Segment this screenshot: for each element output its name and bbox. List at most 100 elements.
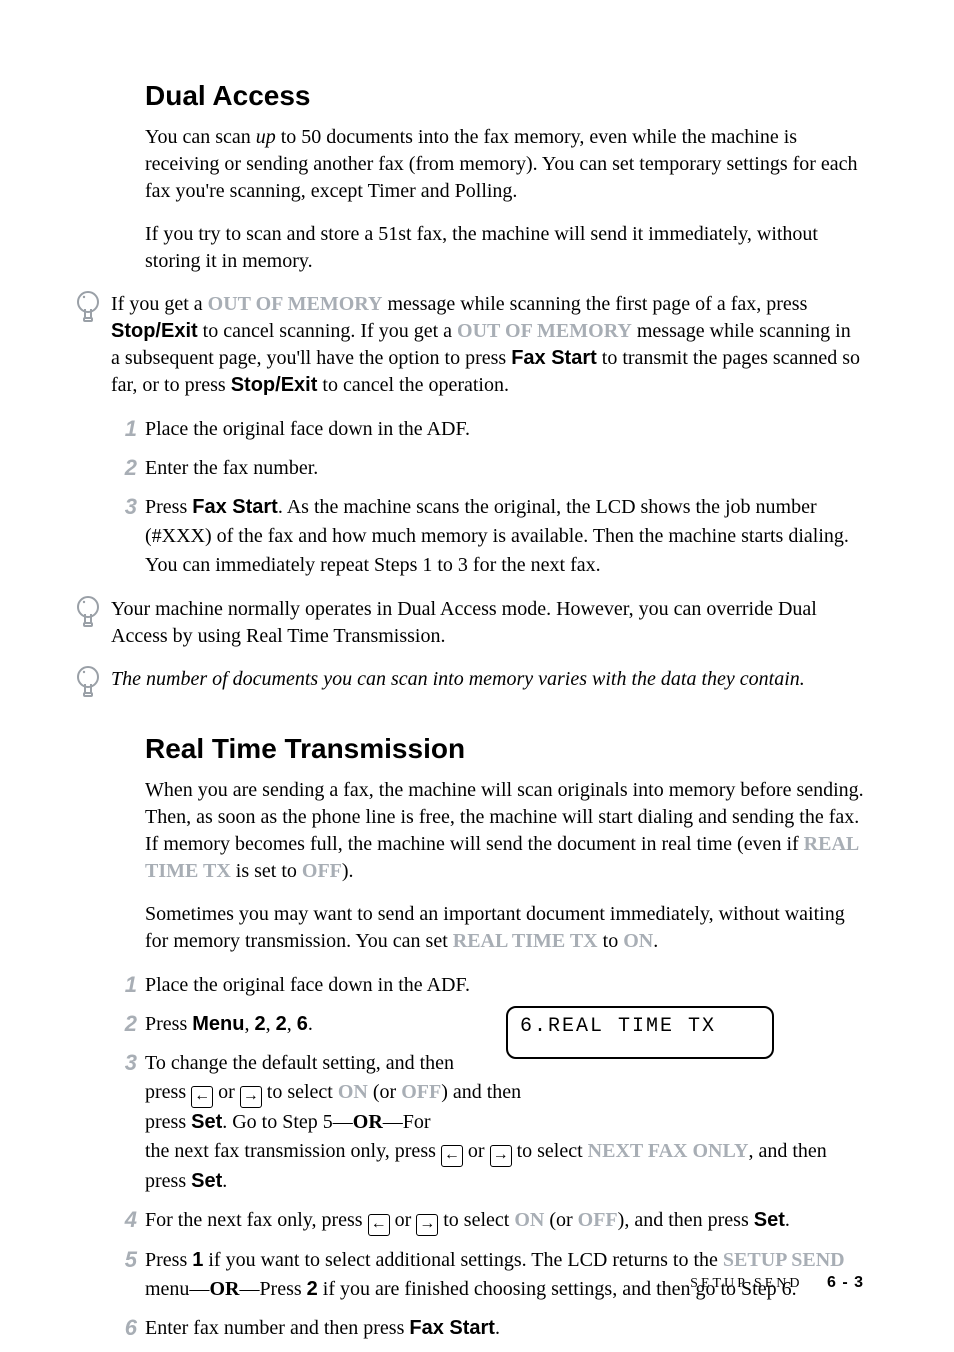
real-time-tx-label: REAL TIME TX xyxy=(453,930,598,952)
step-text: Enter the fax number. xyxy=(145,457,318,479)
fax-start-key: Fax Start xyxy=(192,496,278,518)
text: The number of documents you can scan int… xyxy=(111,668,805,690)
text: When you are sending a fax, the machine … xyxy=(145,779,864,855)
fax-start-key: Fax Start xyxy=(511,347,597,369)
step-1: 1 Place the original face down in the AD… xyxy=(111,971,864,1000)
or-label: OR xyxy=(209,1278,239,1300)
text: (or xyxy=(368,1081,401,1103)
set-key: Set xyxy=(754,1209,785,1231)
text: , xyxy=(266,1013,276,1035)
key-2: 2 xyxy=(276,1013,287,1035)
heading-dual-access: Dual Access xyxy=(145,80,864,112)
text: , xyxy=(244,1013,254,1035)
text: , xyxy=(287,1013,297,1035)
step-number: 3 xyxy=(111,491,137,523)
step-number: 4 xyxy=(111,1204,137,1236)
step-2: 2 Press Menu, 2, 2, 6. 6.REAL TIME TX xyxy=(111,1010,864,1039)
menu-key: Menu xyxy=(192,1013,244,1035)
rtt-para-2: Sometimes you may want to send an import… xyxy=(145,901,864,955)
text: menu— xyxy=(145,1278,209,1300)
step-number: 3 xyxy=(111,1047,137,1079)
step-1: 1 Place the original face down in the AD… xyxy=(111,415,864,444)
text: ). xyxy=(342,860,354,882)
stop-exit-key: Stop/Exit xyxy=(111,320,198,342)
text: the next fax transmission only, press xyxy=(145,1140,441,1162)
key-2: 2 xyxy=(254,1013,265,1035)
manual-page: Dual Access You can scan up to 50 docume… xyxy=(0,0,954,1352)
text: —Press xyxy=(239,1278,306,1300)
step-text: Place the original face down in the ADF. xyxy=(145,974,470,996)
text: . xyxy=(653,930,658,952)
step-6: 6 Enter fax number and then press Fax St… xyxy=(111,1314,864,1343)
on-label: ON xyxy=(514,1209,544,1231)
text: . xyxy=(222,1170,227,1192)
text: (or xyxy=(544,1209,577,1231)
on-label: ON xyxy=(623,930,653,952)
step-2: 2 Enter the fax number. xyxy=(111,454,864,483)
out-of-memory-label: OUT OF MEMORY xyxy=(208,293,383,315)
text: Press xyxy=(145,1013,192,1035)
key-1: 1 xyxy=(192,1249,203,1271)
off-label: OFF xyxy=(302,860,342,882)
note-dual-access-mode: Your machine normally operates in Dual A… xyxy=(111,596,864,650)
text: —For xyxy=(383,1111,431,1133)
lightbulb-icon xyxy=(75,666,101,712)
step-number: 2 xyxy=(111,1008,137,1040)
step-number: 6 xyxy=(111,1312,137,1344)
step-number: 1 xyxy=(111,413,137,445)
step-3-line1: To change the default setting, and then xyxy=(145,1049,535,1078)
on-label: ON xyxy=(338,1081,368,1103)
step-number: 2 xyxy=(111,452,137,484)
text: or xyxy=(390,1209,417,1231)
set-key: Set xyxy=(191,1170,222,1192)
footer-section: SETUP SEND xyxy=(690,1276,802,1291)
key-2: 2 xyxy=(307,1278,318,1300)
text: Press xyxy=(145,1249,192,1271)
step-number: 1 xyxy=(111,969,137,1001)
step-3-line2: press ← or → to select ON (or OFF) and t… xyxy=(145,1078,535,1137)
step-3: 3 Press Fax Start. As the machine scans … xyxy=(111,493,864,580)
text: Press xyxy=(145,496,192,518)
arrow-right-icon: → xyxy=(416,1214,438,1236)
text: to select xyxy=(512,1140,588,1162)
text: Enter fax number and then press xyxy=(145,1317,409,1339)
text: press xyxy=(145,1081,191,1103)
text: . xyxy=(785,1209,790,1231)
text: ), and then press xyxy=(618,1209,754,1231)
arrow-left-icon: ← xyxy=(191,1086,213,1108)
text: You can scan xyxy=(145,126,256,148)
text: To change the default setting, and then xyxy=(145,1052,454,1074)
text: is set to xyxy=(231,860,302,882)
text: For the next fax only, press xyxy=(145,1209,368,1231)
step-text: Place the original face down in the ADF. xyxy=(145,418,470,440)
step-3: 3 To change the default setting, and the… xyxy=(111,1049,864,1196)
footer-page-number: 6 - 3 xyxy=(827,1274,864,1291)
rtt-para-1: When you are sending a fax, the machine … xyxy=(145,777,864,885)
lightbulb-icon xyxy=(75,291,101,337)
arrow-right-icon: → xyxy=(240,1086,262,1108)
text: to xyxy=(598,930,624,952)
step-4: 4 For the next fax only, press ← or → to… xyxy=(111,1206,864,1236)
text: message while scanning the first page of… xyxy=(382,293,807,315)
step-number: 5 xyxy=(111,1244,137,1276)
out-of-memory-label: OUT OF MEMORY xyxy=(457,320,632,342)
dual-access-para-2: If you try to scan and store a 51st fax,… xyxy=(145,221,864,275)
text: If you get a xyxy=(111,293,208,315)
setup-send-label: SETUP SEND xyxy=(723,1249,845,1271)
text: if you want to select additional setting… xyxy=(203,1249,723,1271)
off-label: OFF xyxy=(401,1081,441,1103)
next-fax-only-label: NEXT FAX ONLY xyxy=(588,1140,749,1162)
text: to select xyxy=(262,1081,338,1103)
arrow-left-icon: ← xyxy=(441,1145,463,1167)
note-document-count: The number of documents you can scan int… xyxy=(111,666,864,693)
fax-start-key: Fax Start xyxy=(409,1317,495,1339)
key-6: 6 xyxy=(297,1013,308,1035)
stop-exit-key: Stop/Exit xyxy=(231,374,318,396)
lightbulb-icon xyxy=(75,596,101,642)
text: . Go to Step 5— xyxy=(222,1111,353,1133)
text-emph-up: up xyxy=(256,126,276,148)
text: Your machine normally operates in Dual A… xyxy=(111,598,817,647)
text: or xyxy=(213,1081,240,1103)
or-label: OR xyxy=(353,1111,383,1133)
off-label: OFF xyxy=(578,1209,618,1231)
